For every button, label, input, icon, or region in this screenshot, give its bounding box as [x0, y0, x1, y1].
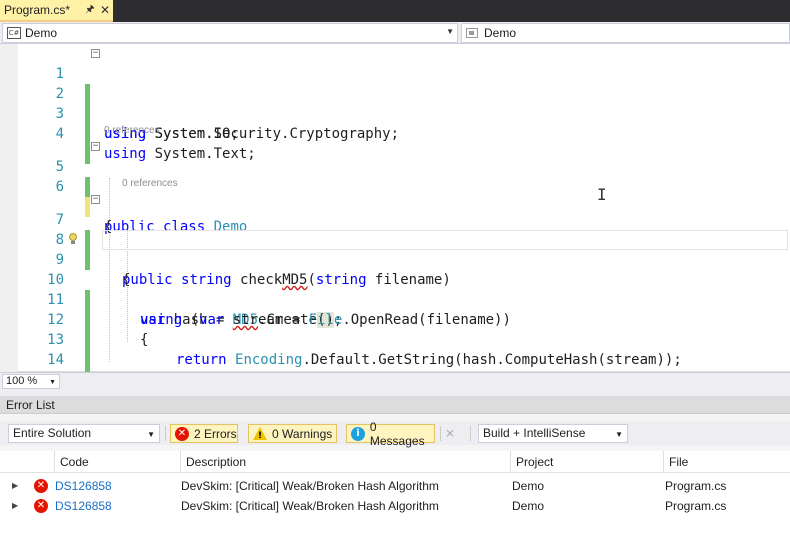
errors-filter-button[interactable]: ✕ 2 Errors	[170, 424, 238, 443]
error-icon: ✕	[34, 499, 48, 513]
code-line-11[interactable]: 11 {	[0, 270, 790, 348]
type-dropdown[interactable]: Demo	[461, 23, 790, 43]
zoom-level-value: 100 %	[6, 375, 38, 387]
code-line-4[interactable]: 4	[0, 104, 790, 164]
error-list-header: Code Description Project File	[0, 451, 790, 473]
toolbar-separator	[440, 426, 441, 441]
info-icon: i	[351, 426, 365, 441]
codelens-references[interactable]: 0 references	[104, 125, 160, 136]
chevron-down-icon: ▼	[615, 430, 623, 439]
collapse-icon[interactable]: −	[91, 195, 100, 204]
code-editor[interactable]: 1 − using System.IO; 2 using System.Secu…	[0, 44, 790, 428]
chevron-down-icon: ▼	[49, 379, 56, 386]
project-dropdown[interactable]: C# Demo ▼	[2, 23, 458, 43]
code-line-14[interactable]: 14 }	[0, 330, 790, 408]
warnings-count-label: 0 Warnings	[272, 426, 333, 441]
error-row[interactable]: ▶ ✕ DS126858 DevSkim: [Critical] Weak/Br…	[0, 476, 790, 496]
error-icon: ✕	[175, 426, 189, 441]
code-line-10[interactable]: 10 using (var stream = File.OpenRead(fil…	[0, 250, 790, 328]
error-icon: ✕	[34, 479, 48, 493]
tab-title: Program.cs*	[4, 3, 71, 17]
text-cursor-icon: I	[597, 185, 607, 204]
csharp-project-icon: C#	[7, 27, 21, 39]
document-tab-strip: Program.cs* 🖈︎ ✕	[0, 0, 790, 22]
column-header-description[interactable]: Description	[180, 451, 510, 473]
code-line-5[interactable]: 5 − public class Demo	[0, 137, 790, 236]
code-line-9[interactable]: 9 var hash = MD5.Create();	[0, 230, 790, 328]
code-line-15[interactable]: 15 }	[0, 350, 790, 428]
close-icon[interactable]: ✕	[97, 3, 113, 17]
collapse-icon[interactable]: −	[91, 49, 100, 58]
expand-icon[interactable]: ▶	[12, 496, 18, 516]
code-line-8[interactable]: 8 {	[0, 210, 790, 288]
warnings-filter-button[interactable]: ! 0 Warnings	[248, 424, 337, 443]
error-list-grid: Code Description Project File ▶ ✕ DS1268…	[0, 451, 790, 540]
errors-count-label: 2 Errors	[194, 426, 237, 441]
code-line-2[interactable]: 2 using System.Security.Cryptography;	[0, 64, 790, 142]
error-code-link[interactable]: DS126858	[55, 476, 112, 496]
error-list-panel: Error List Entire Solution ▼ ✕ 2 Errors …	[0, 390, 790, 540]
error-file: Program.cs	[665, 479, 727, 493]
messages-filter-button[interactable]: i 0 Messages	[346, 420, 435, 448]
navigation-bar: C# Demo ▼ Demo	[0, 22, 790, 44]
error-file: Program.cs	[665, 499, 727, 513]
editor-status-strip: 100 % ▼	[0, 372, 790, 390]
error-project: Demo	[512, 479, 545, 493]
code-line-1[interactable]: 1 − using System.IO;	[0, 44, 790, 143]
tab-program-cs[interactable]: Program.cs* 🖈︎ ✕	[0, 0, 113, 22]
expand-icon[interactable]: ▶	[12, 476, 18, 496]
column-header-code[interactable]: Code	[54, 451, 180, 473]
error-description: DevSkim: [Critical] Weak/Broken Hash Alg…	[181, 479, 439, 493]
code-line-6[interactable]: 6 {	[0, 157, 790, 235]
messages-count-label: 0 Messages	[369, 419, 425, 448]
code-line-12[interactable]: 12 return Encoding.Default.GetString(has…	[0, 290, 790, 368]
build-source-value: Build + IntelliSense	[483, 426, 586, 440]
error-code-link[interactable]: DS126858	[55, 496, 112, 516]
toolbar-separator	[470, 426, 471, 441]
codelens-references[interactable]: 0 references	[122, 178, 178, 189]
code-line-13[interactable]: 13 }	[0, 310, 790, 388]
chevron-down-icon: ▼	[147, 430, 155, 439]
code-line-7[interactable]: 7 − public string checkMD5(string filena…	[0, 190, 790, 289]
error-list-title[interactable]: Error List	[0, 396, 790, 414]
column-header-project[interactable]: Project	[510, 451, 663, 473]
toolbar-separator	[165, 426, 166, 441]
error-description: DevSkim: [Critical] Weak/Broken Hash Alg…	[181, 499, 439, 513]
scope-dropdown[interactable]: Entire Solution ▼	[8, 424, 160, 443]
code-line-3[interactable]: 3 using System.Text;	[0, 84, 790, 162]
project-dropdown-value: Demo	[25, 26, 58, 40]
lightbulb-icon[interactable]	[68, 233, 78, 247]
type-dropdown-value: Demo	[484, 26, 517, 40]
build-source-dropdown[interactable]: Build + IntelliSense ▼	[478, 424, 628, 443]
chevron-down-icon: ▼	[446, 27, 454, 36]
collapse-icon[interactable]: −	[91, 142, 100, 151]
class-icon	[466, 28, 478, 38]
column-header-file[interactable]: File	[663, 451, 790, 473]
error-list-toolbar: Entire Solution ▼ ✕ 2 Errors ! 0 Warning…	[0, 420, 790, 448]
clear-filter-icon[interactable]: ⨯	[445, 426, 461, 440]
pin-icon[interactable]: 🖈︎	[83, 2, 97, 19]
scope-dropdown-value: Entire Solution	[13, 426, 92, 440]
warning-icon: !	[253, 427, 267, 441]
error-row[interactable]: ▶ ✕ DS126858 DevSkim: [Critical] Weak/Br…	[0, 496, 790, 516]
zoom-level-dropdown[interactable]: 100 % ▼	[2, 374, 60, 389]
error-project: Demo	[512, 499, 545, 513]
